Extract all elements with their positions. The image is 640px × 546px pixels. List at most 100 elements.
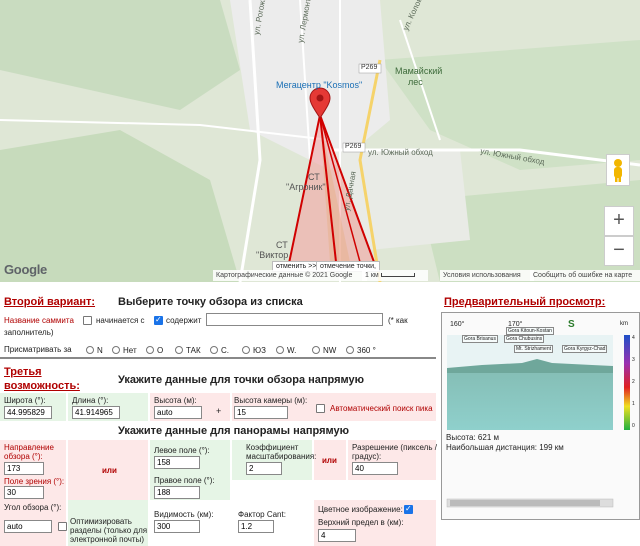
preview-scale-tick: 0	[632, 423, 635, 429]
map-canvas	[0, 0, 640, 282]
zoom-in-button[interactable]: +	[604, 206, 634, 236]
direction-radio-0[interactable]	[86, 346, 94, 354]
latitude-label: Широта (°):	[4, 396, 46, 405]
direction-label-line2: обзора (°):	[4, 452, 43, 461]
preview-scale-tick: 3	[632, 357, 635, 363]
height-label: Высота (м):	[154, 396, 197, 405]
map-scale-label: 1 км	[365, 272, 379, 279]
camera-height-input[interactable]	[234, 406, 288, 419]
camera-height-label: Высота камеры (м):	[234, 396, 308, 405]
map-attribution: Картографические данные © 2021 Google	[213, 270, 367, 281]
fill-hint-continued: заполнитель)	[4, 328, 54, 337]
direction-radio-8[interactable]	[346, 346, 354, 354]
cant-label: Фактор Cant:	[238, 510, 286, 519]
preview-peak-label: Gora Kitoun-Kostan	[506, 327, 554, 335]
map-area[interactable]: ул. Рогожинова ул. Лермонтова ул. Колоко…	[0, 0, 640, 282]
scale-input[interactable]	[246, 462, 282, 475]
optimize-label-line1: Оптимизировать	[70, 517, 132, 526]
direction-label-line1: Направление	[4, 443, 54, 452]
direction-radio-label: ТАК	[186, 346, 201, 355]
preview-peak-label: Gora Chubusins	[504, 335, 545, 343]
right-field-input[interactable]	[154, 486, 200, 499]
contains-label: содержит	[166, 316, 202, 325]
height-input[interactable]	[154, 406, 202, 419]
preview-scale-tick: 4	[632, 335, 635, 341]
direction-radio-1[interactable]	[112, 346, 120, 354]
direction-radio-label: С.	[221, 346, 229, 355]
map-label-megacenter: Мегацентр "Kosmos"	[276, 80, 363, 90]
variant3-title-line2: возможность:	[4, 380, 80, 392]
starts-with-checkbox[interactable]	[83, 316, 92, 325]
cant-input[interactable]	[238, 520, 274, 533]
google-logo: Google	[4, 262, 47, 277]
latitude-input[interactable]	[4, 406, 52, 419]
resolution-label-line1: Разрешение (пиксель /	[352, 443, 437, 452]
preview-scale-tick: 2	[632, 379, 635, 385]
resolution-label-line2: градус):	[352, 452, 382, 461]
fill-hint: (* как	[388, 316, 408, 325]
fov-label: Поле зрения (°):	[4, 477, 65, 486]
road-badge: P269	[361, 64, 378, 71]
starts-with-label: начинается с	[96, 316, 145, 325]
optimize-checkbox[interactable]	[58, 522, 67, 531]
auto-peak-label: Автоматический поиск пика	[330, 404, 433, 413]
left-field-input[interactable]	[154, 456, 200, 469]
preview-height-text: Высота: 621 м	[446, 433, 499, 442]
fov-input[interactable]	[4, 486, 44, 499]
map-scale: 1 км	[362, 270, 428, 281]
preview-title: Предварительный просмотр:	[444, 296, 606, 308]
visibility-input[interactable]	[154, 520, 200, 533]
contains-checkbox[interactable]	[154, 315, 163, 325]
auto-peak-checkbox[interactable]	[316, 404, 325, 413]
direction-radio-label: 360 °	[357, 346, 376, 355]
direction-radio-5[interactable]	[242, 346, 250, 354]
preview-panorama	[446, 335, 630, 508]
view-angle-input[interactable]	[4, 520, 52, 533]
longitude-input[interactable]	[72, 406, 120, 419]
map-label: "Агроник"	[286, 182, 326, 192]
map-scale-bar	[380, 273, 415, 278]
direction-radio-3[interactable]	[175, 346, 183, 354]
summit-name-label: Название саммита	[4, 316, 74, 325]
section-divider	[0, 357, 436, 359]
map-label: Мамайский	[395, 66, 443, 76]
left-field-label: Левое поле (°):	[154, 446, 210, 455]
look-at-label: Присматривать за	[4, 345, 72, 354]
upper-limit-input[interactable]	[318, 529, 356, 542]
color-image-checkbox[interactable]	[404, 504, 413, 514]
map-terms-link[interactable]: Условия использования	[440, 270, 534, 281]
direction-radio-label: Нет	[123, 346, 137, 355]
summit-name-input[interactable]	[206, 313, 383, 326]
direction-radio-label: W.	[287, 346, 297, 355]
optimize-label-line2: разделы (только для	[70, 526, 148, 535]
direction-radio-6[interactable]	[276, 346, 284, 354]
map-report-link[interactable]: Сообщить об ошибке на карте	[530, 270, 640, 281]
scale-label-line2: масштабирования:	[246, 452, 317, 461]
zoom-out-button[interactable]: −	[604, 236, 634, 266]
direction-input[interactable]	[4, 462, 44, 475]
direction-radio-label: NW	[323, 346, 337, 355]
map-label: лес	[408, 77, 423, 87]
scale-label-line1: Коэффициент	[246, 443, 299, 452]
right-field-label: Правое поле (°):	[154, 476, 215, 485]
variant2-title: Второй вариант:	[4, 296, 96, 308]
map-label: СТ	[308, 172, 320, 182]
road-badge: P269	[345, 143, 362, 150]
or-label: или	[102, 466, 117, 475]
preview-peak-label: Gora Kyrgyz-Chad	[562, 345, 608, 353]
preview-unit: km	[620, 321, 628, 327]
resolution-input[interactable]	[352, 462, 398, 475]
color-image-label: Цветное изображение:	[318, 505, 403, 514]
map-label: "Виктор	[256, 250, 289, 260]
direction-radio-label: ЮЗ	[253, 346, 266, 355]
direction-radio-4[interactable]	[210, 346, 218, 354]
street-view-pegman-icon[interactable]	[606, 154, 630, 186]
preview-peak-label: Mt. Strizhament	[514, 345, 554, 353]
direction-radio-7[interactable]	[312, 346, 320, 354]
preview-degree-south: S	[568, 319, 575, 330]
preview-peak-label: Gora Brisanus	[462, 335, 498, 343]
visibility-label: Видимость (км):	[154, 510, 214, 519]
preview-distance-text: Наибольшая дистанция: 199 км	[446, 443, 564, 452]
direction-radio-2[interactable]	[146, 346, 154, 354]
view-angle-label: Угол обзора (°):	[4, 503, 62, 512]
